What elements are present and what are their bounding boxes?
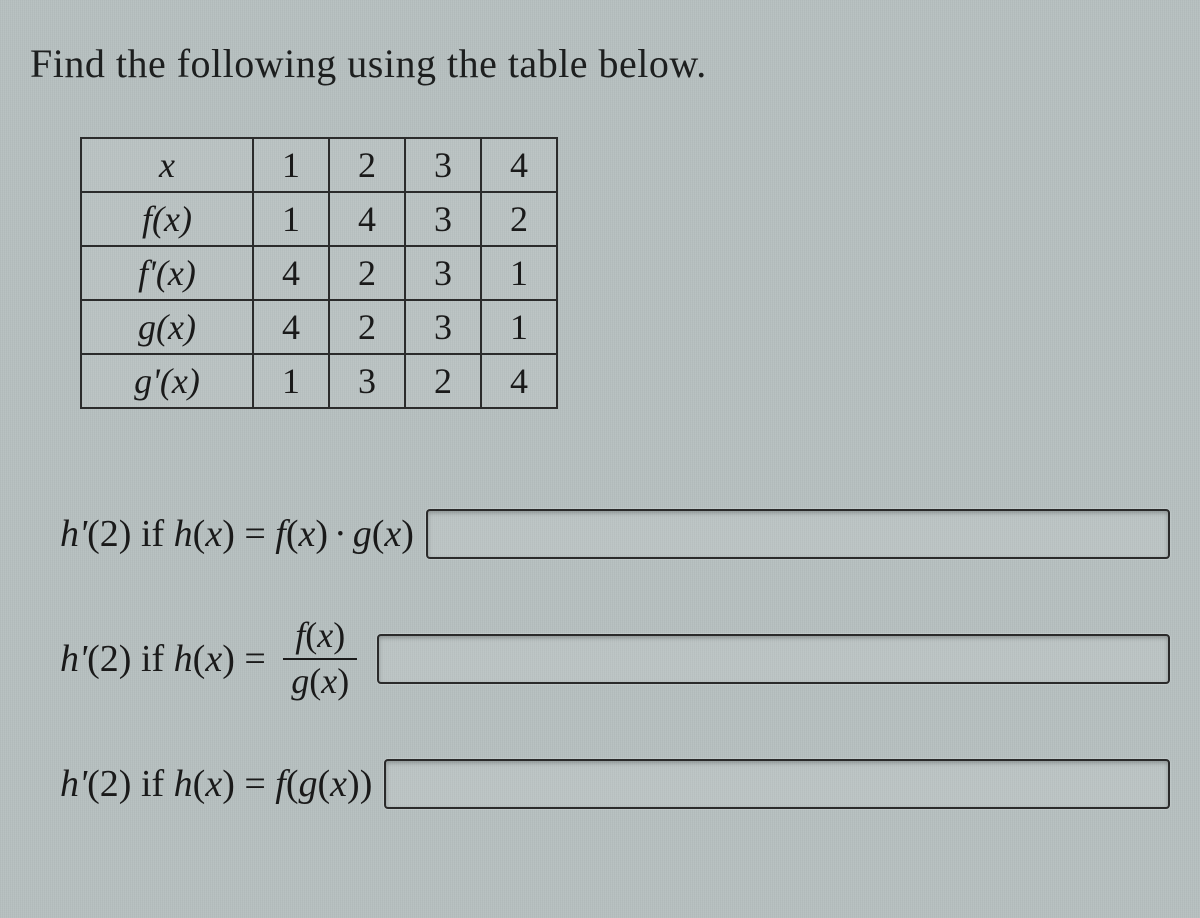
- table-row: g(x) 4 2 3 1: [81, 300, 557, 354]
- question-1-label: h'(2) if h(x) = f(x)·g(x): [60, 512, 414, 556]
- row-label-x: x: [81, 138, 253, 192]
- table-cell: 4: [253, 300, 329, 354]
- table-cell: 4: [481, 354, 557, 408]
- table-cell: 1: [253, 192, 329, 246]
- answer-input-2[interactable]: [377, 634, 1170, 684]
- question-2-label: h'(2) if h(x) = f(x) g(x): [60, 617, 365, 701]
- table-cell: 2: [329, 300, 405, 354]
- table-cell: 1: [481, 246, 557, 300]
- table-cell: 1: [253, 354, 329, 408]
- table-cell: 2: [481, 192, 557, 246]
- row-label-fprime: f'(x): [81, 246, 253, 300]
- row-label-g: g(x): [81, 300, 253, 354]
- table-cell: 1: [481, 300, 557, 354]
- table-row: f'(x) 4 2 3 1: [81, 246, 557, 300]
- table-cell: 4: [253, 246, 329, 300]
- table-row: x 1 2 3 4: [81, 138, 557, 192]
- page: Find the following using the table below…: [0, 0, 1200, 839]
- question-3: h'(2) if h(x) = f(g(x)): [60, 759, 1170, 809]
- table-cell: 3: [405, 246, 481, 300]
- questions: h'(2) if h(x) = f(x)·g(x) h'(2) if h(x) …: [30, 509, 1170, 809]
- fraction: f(x) g(x): [283, 617, 357, 701]
- table-cell: 1: [253, 138, 329, 192]
- table-cell: 2: [405, 354, 481, 408]
- table-row: g'(x) 1 3 2 4: [81, 354, 557, 408]
- answer-input-3[interactable]: [384, 759, 1170, 809]
- table-cell: 3: [405, 300, 481, 354]
- table-row: f(x) 1 4 3 2: [81, 192, 557, 246]
- table-cell: 4: [329, 192, 405, 246]
- function-table: x 1 2 3 4 f(x) 1 4 3 2 f'(x) 4 2 3 1 g: [80, 137, 558, 409]
- table-cell: 2: [329, 246, 405, 300]
- table-cell: 3: [405, 138, 481, 192]
- answer-input-1[interactable]: [426, 509, 1170, 559]
- row-label-gprime: g'(x): [81, 354, 253, 408]
- prompt-text: Find the following using the table below…: [30, 40, 1170, 87]
- table-cell: 2: [329, 138, 405, 192]
- row-label-f: f(x): [81, 192, 253, 246]
- table-cell: 3: [329, 354, 405, 408]
- question-2: h'(2) if h(x) = f(x) g(x): [60, 617, 1170, 701]
- question-3-label: h'(2) if h(x) = f(g(x)): [60, 762, 372, 806]
- table-cell: 4: [481, 138, 557, 192]
- question-1: h'(2) if h(x) = f(x)·g(x): [60, 509, 1170, 559]
- table-cell: 3: [405, 192, 481, 246]
